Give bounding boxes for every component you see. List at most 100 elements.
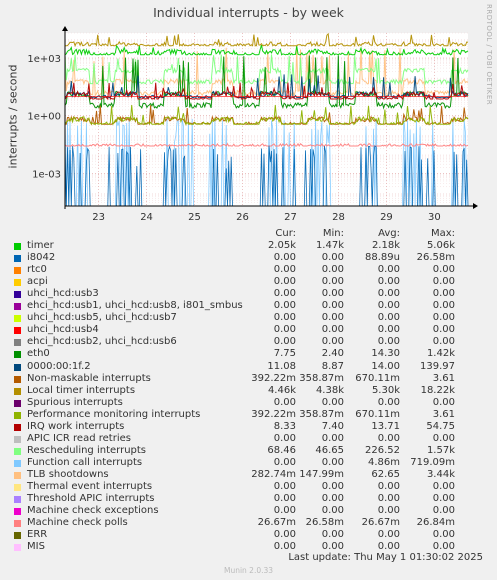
legend-swatch	[14, 279, 21, 287]
series-min: 0.00	[321, 312, 344, 324]
x-tick-label: 26	[236, 212, 249, 223]
series-avg: 0.00	[377, 505, 400, 517]
series-name: uhci_hcd:usb3	[27, 288, 99, 300]
series-name: Function call interrupts	[27, 456, 143, 468]
col-min-header: Min:	[322, 228, 344, 239]
series-avg: 0.00	[377, 288, 400, 300]
legend-row: ehci_hcd:usb2, uhci_hcd:usb6 0.00 0.00 0.00…	[12, 336, 492, 348]
series-max: 26.84m	[416, 517, 455, 529]
series-min: 7.40	[321, 420, 344, 432]
series-avg: 670.11m	[355, 372, 400, 384]
series-max: 719.09m	[410, 456, 455, 468]
legend-swatch	[14, 483, 21, 491]
plot-area: 1e+03 1e+00 1e-03 23 24 25 26 27 28 29 30	[27, 26, 478, 223]
legend-swatch	[14, 496, 21, 504]
legend-header: Cur: Min: Avg: Max:	[12, 228, 492, 240]
legend-row: uhci_hcd:usb3 0.00 0.00 0.00 0.00	[12, 288, 492, 300]
legend-swatch	[14, 315, 21, 323]
x-tick-label: 23	[92, 212, 105, 223]
series-max: 18.22k	[420, 384, 455, 396]
series-max: 3.61	[432, 408, 455, 420]
series-avg: 2.18k	[371, 240, 400, 252]
legend-swatch	[14, 399, 21, 407]
series-name: TLB shootdowns	[27, 468, 109, 480]
series-avg: 0.00	[377, 312, 400, 324]
series-max: 3.61	[432, 372, 455, 384]
legend-row: Performance monitoring interrupts 392.22m…	[12, 409, 492, 421]
series-max: 0.00	[432, 276, 455, 288]
legend-swatch	[14, 411, 21, 419]
series-min: 0.00	[321, 324, 344, 336]
series-min: 0.00	[321, 493, 344, 505]
legend-swatch	[14, 423, 21, 431]
x-tick-label: 30	[428, 212, 441, 223]
series-min: 8.87	[321, 360, 344, 372]
series-max: 26.58m	[416, 252, 455, 264]
legend-swatch	[14, 267, 21, 275]
series-avg: 26.67m	[361, 517, 400, 529]
legend-row: ERR 0.00 0.00 0.00 0.00	[12, 529, 492, 541]
series-avg: 0.00	[377, 480, 400, 492]
legend-row: acpi 0.00 0.00 0.00 0.00	[12, 276, 492, 288]
series-name: 0000:00:1f.2	[27, 360, 91, 372]
series-max: 139.97	[420, 360, 455, 372]
series-avg: 0.00	[377, 396, 400, 408]
legend-row: i8042 0.00 0.00 88.89u 26.58m	[12, 252, 492, 264]
series-avg: 0.00	[377, 276, 400, 288]
series-min: 4.38k	[315, 384, 344, 396]
legend-swatch	[14, 243, 21, 251]
series-avg: 0.00	[377, 324, 400, 336]
legend-row: Threshold APIC interrupts 0.00 0.00 0.00 0.0…	[12, 493, 492, 505]
series-avg: 0.00	[377, 336, 400, 348]
series-name: ehci_hcd:usb2, uhci_hcd:usb6	[27, 336, 177, 348]
legend-row: ehci_hcd:usb1, uhci_hcd:usb8, i801_smbus…	[12, 300, 492, 312]
legend-row: 0000:00:1f.2 11.08 8.87 14.00 139.97	[12, 361, 492, 373]
series-name: Spurious interrupts	[27, 396, 123, 408]
munin-version: Munin 2.0.33	[223, 566, 274, 575]
legend-row: Machine check polls 26.67m 26.58m 26.67m 26.…	[12, 517, 492, 529]
legend-row: Thermal event interrupts 0.00 0.00 0.00 0.00	[12, 481, 492, 493]
legend-swatch	[14, 447, 21, 455]
series-name: Machine check exceptions	[27, 505, 159, 517]
series-max: 0.00	[432, 396, 455, 408]
series-max: 0.00	[432, 480, 455, 492]
legend-swatch	[14, 520, 21, 528]
series-avg: 0.00	[377, 529, 400, 541]
series-min: 46.65	[315, 444, 344, 456]
y-tick-label: 1e-03	[32, 169, 61, 180]
series-min: 0.00	[321, 252, 344, 264]
series-name: acpi	[27, 276, 48, 288]
series-avg: 5.30k	[371, 384, 400, 396]
series-max: 54.75	[426, 420, 455, 432]
series-min: 0.00	[321, 300, 344, 312]
series-avg: 13.71	[371, 420, 400, 432]
series-max: 0.00	[432, 288, 455, 300]
series-avg: 0.00	[377, 264, 400, 276]
series-avg: 0.00	[377, 432, 400, 444]
series-min: 0.00	[321, 480, 344, 492]
series-max: 0.00	[432, 312, 455, 324]
y-tick-label: 1e+03	[27, 54, 61, 65]
legend-swatch	[14, 351, 21, 359]
series-name: Non-maskable interrupts	[27, 372, 151, 384]
y-tick-label: 1e+00	[27, 112, 61, 123]
series-avg: 0.00	[377, 493, 400, 505]
legend-row: Rescheduling interrupts 68.46 46.65 226.52 1…	[12, 445, 492, 457]
series-min: 0.00	[321, 456, 344, 468]
legend-row: APIC ICR read retries 0.00 0.00 0.00 0.00	[12, 433, 492, 445]
series-name: Machine check polls	[27, 517, 128, 529]
series-avg: 4.86m	[367, 456, 400, 468]
legend-row: uhci_hcd:usb4 0.00 0.00 0.00 0.00	[12, 324, 492, 336]
series-max: 1.42k	[426, 348, 455, 360]
legend-swatch	[14, 544, 21, 552]
legend-row: Machine check exceptions 0.00 0.00 0.00 0.00	[12, 505, 492, 517]
x-tick-label: 29	[380, 212, 393, 223]
series-name: uhci_hcd:usb4	[27, 324, 99, 336]
legend-swatch	[14, 327, 21, 335]
series-avg: 226.52	[365, 444, 400, 456]
legend-swatch	[14, 339, 21, 347]
series-min: 0.00	[321, 529, 344, 541]
series-min: 0.00	[321, 276, 344, 288]
series-min: 26.58m	[305, 517, 344, 529]
legend: Cur: Min: Avg: Max: timer 2.05k 1.47k 2.18k…	[12, 228, 492, 553]
